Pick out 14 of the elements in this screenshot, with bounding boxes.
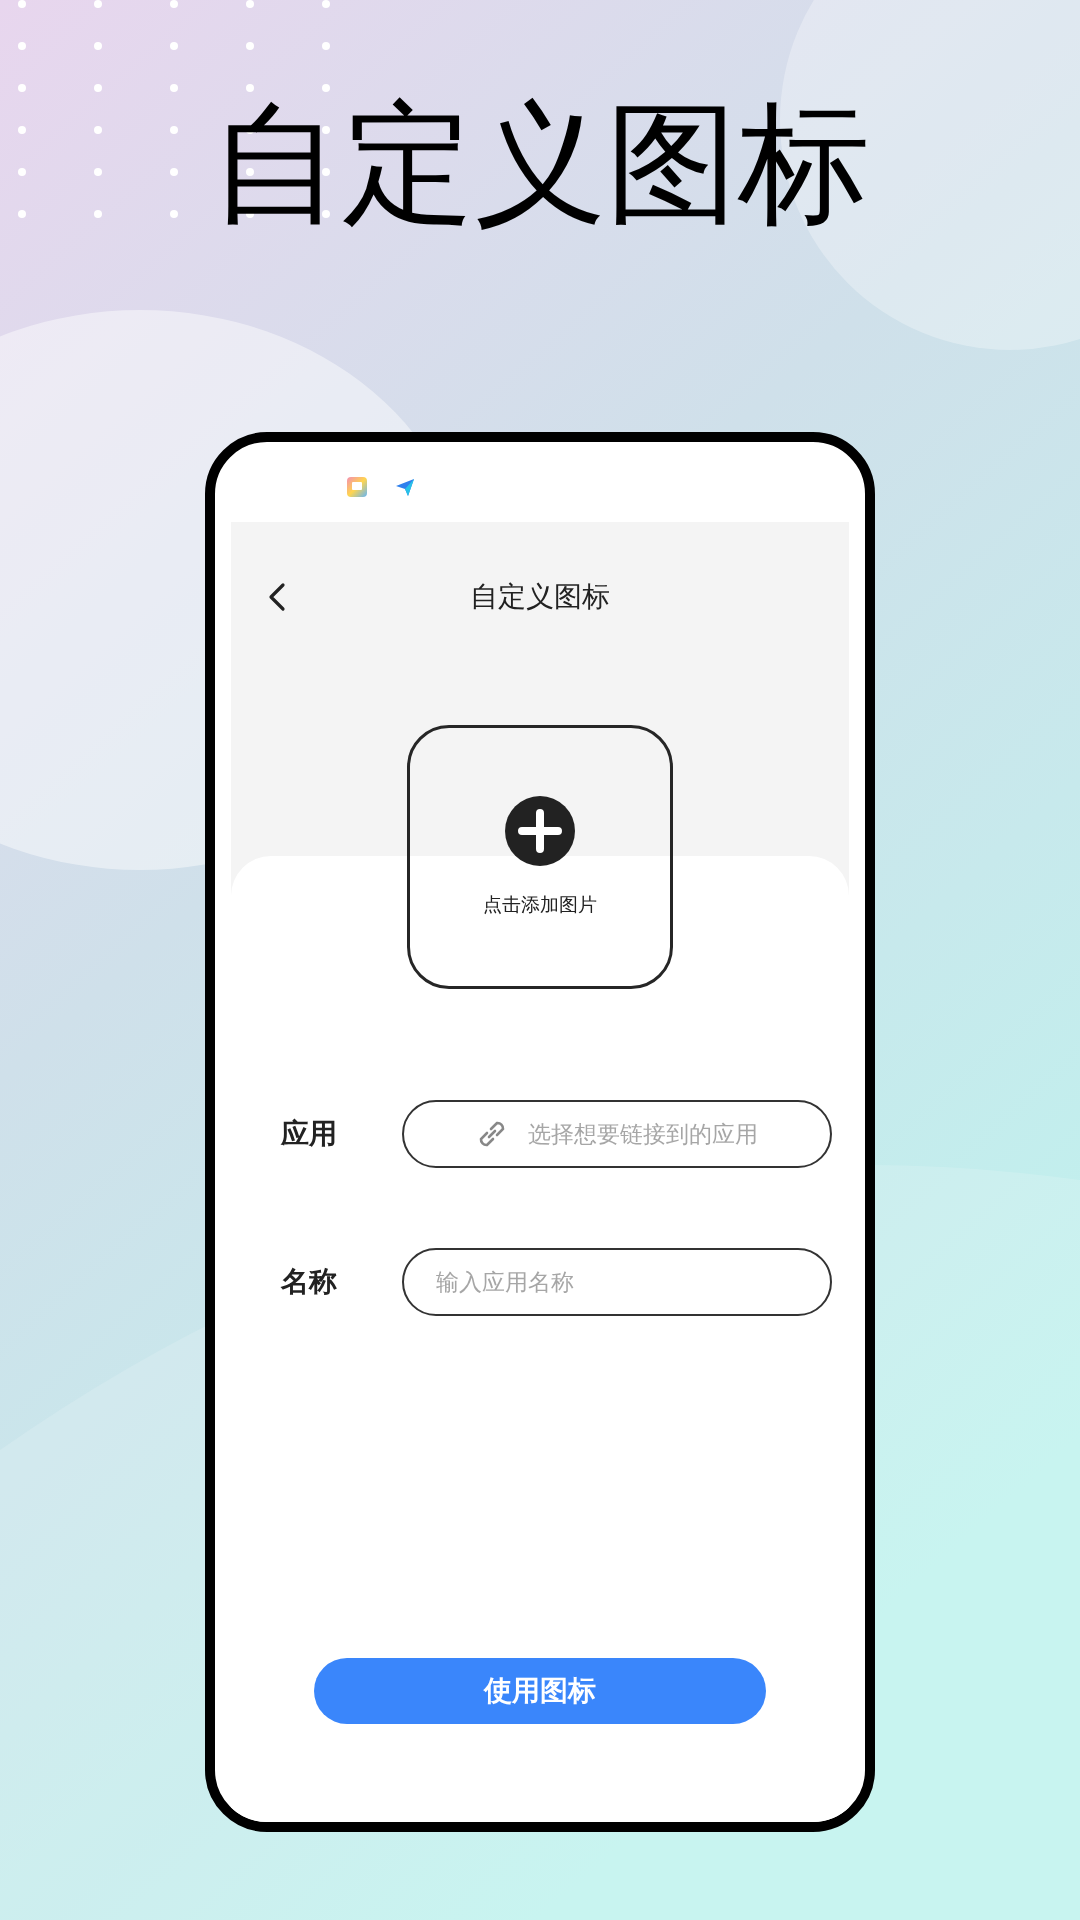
- text-input[interactable]: 选择想要链接到的应用: [528, 1116, 830, 1152]
- input-field[interactable]: 选择想要链接到的应用: [402, 1100, 832, 1168]
- image-picker[interactable]: 点击添加图片: [407, 725, 673, 989]
- app-icon: [347, 477, 367, 497]
- use-icon-button[interactable]: 使用图标: [314, 1658, 766, 1724]
- back-icon: [268, 582, 286, 612]
- text-input[interactable]: 输入应用名称: [436, 1264, 830, 1300]
- image-picker-label: 点击添加图片: [483, 892, 597, 917]
- headline: 自定义图标: [210, 88, 870, 238]
- input-field[interactable]: 输入应用名称: [402, 1248, 832, 1316]
- field-label: 名称: [280, 1264, 338, 1300]
- screen-title: 自定义图标: [470, 579, 610, 615]
- field-label: 应用: [280, 1116, 338, 1152]
- paper-plane-icon: [395, 477, 415, 497]
